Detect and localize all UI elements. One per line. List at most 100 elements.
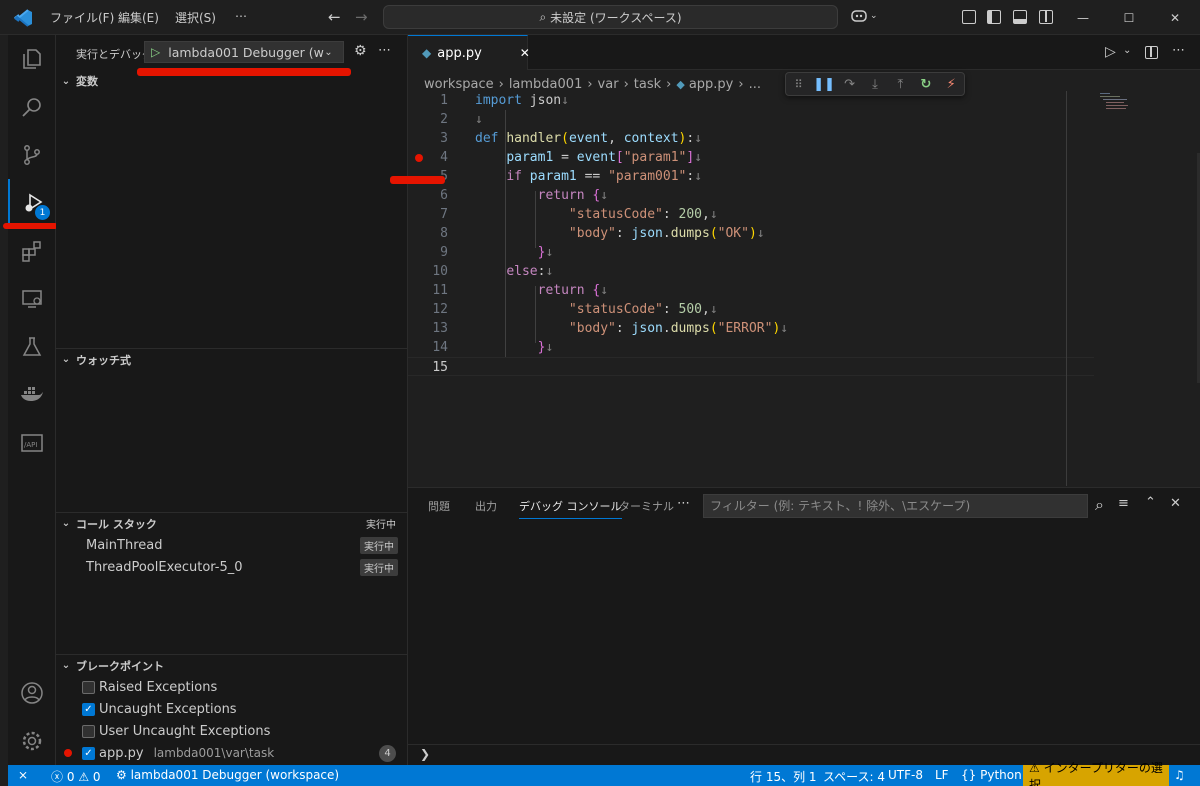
breakpoints-section-header[interactable]: ⌄ ブレークポイント [56, 654, 408, 676]
checkbox-checked[interactable]: ✓ [82, 746, 95, 760]
command-center[interactable]: ⌕ 未設定 (ワークスペース) [383, 5, 838, 29]
extensions-icon[interactable] [8, 227, 56, 275]
menu-selection[interactable]: 選択(S) [175, 9, 216, 26]
breakpoint-raised-exceptions[interactable]: Raised Exceptions [56, 676, 408, 698]
menu-more[interactable]: ⋯ [235, 9, 247, 23]
annotation-underline-line5 [390, 176, 445, 184]
warning-icon: ⚠ [78, 770, 90, 784]
close-window-button[interactable]: ✕ [1152, 0, 1198, 35]
drag-handle-icon[interactable]: ⠿ [786, 73, 811, 95]
breakpoint-label: Uncaught Exceptions [99, 701, 237, 717]
maximize-button[interactable]: ☐ [1106, 0, 1152, 35]
annotation-underline-config [137, 68, 351, 76]
customize-layout-icon[interactable] [962, 10, 976, 24]
breakpoint-file-name: app.py [99, 745, 144, 761]
search-icon[interactable] [8, 83, 56, 131]
encoding-status[interactable]: UTF-8 [888, 768, 923, 782]
source-control-icon[interactable] [8, 131, 56, 179]
split-editor-icon[interactable] [1145, 46, 1158, 59]
breadcrumb-item[interactable]: ... [749, 77, 761, 92]
step-out-icon[interactable]: ⤒ [888, 73, 913, 95]
breakpoint-dot-icon[interactable] [415, 154, 423, 162]
breadcrumb-item[interactable]: task [634, 77, 661, 92]
breakpoint-label: Raised Exceptions [99, 679, 218, 695]
console-prompt-icon[interactable]: ❯ [420, 747, 430, 761]
run-file-icon[interactable]: ▷ [1105, 44, 1116, 60]
nav-back-icon[interactable]: ← [328, 8, 341, 26]
minimize-button[interactable]: — [1060, 0, 1106, 35]
checkbox-checked[interactable]: ✓ [82, 702, 95, 716]
account-icon[interactable] [8, 669, 56, 717]
close-panel-icon[interactable]: ✕ [1170, 496, 1181, 511]
breadcrumb-item[interactable]: var [598, 77, 619, 92]
docker-icon[interactable] [8, 371, 56, 419]
tab-app-py[interactable]: ◆ app.py ✕ [408, 35, 530, 70]
tab-terminal[interactable]: ターミナル [619, 498, 674, 514]
menu-edit[interactable]: 編集(E) [118, 9, 159, 26]
eol-status[interactable]: LF [935, 768, 949, 782]
more-tabs-icon[interactable]: ⋯ [677, 496, 690, 511]
breakpoint-user-uncaught-exceptions[interactable]: User Uncaught Exceptions [56, 720, 408, 742]
run-debug-icon[interactable]: 1 [8, 179, 56, 227]
indentation-status[interactable]: スペース: 4 [823, 768, 885, 785]
testing-icon[interactable] [8, 323, 56, 371]
remote-explorer-icon[interactable] [8, 275, 56, 323]
more-actions-icon[interactable]: ⋯ [1172, 43, 1185, 58]
tab-debug-console[interactable]: デバッグ コンソール [519, 498, 622, 519]
breadcrumb-item[interactable]: app.py [689, 77, 734, 92]
more-actions-icon[interactable]: ⋯ [378, 43, 391, 58]
breakpoint-uncaught-exceptions[interactable]: ✓ Uncaught Exceptions [56, 698, 408, 720]
toggle-panel-icon[interactable] [1013, 10, 1027, 24]
checkbox[interactable] [82, 680, 95, 694]
step-into-icon[interactable]: ⤓ [862, 73, 887, 95]
nav-forward-icon[interactable]: → [355, 8, 368, 26]
toggle-secondary-sidebar-icon[interactable] [1039, 10, 1053, 24]
minimap-border [1066, 91, 1067, 486]
chevron-down-icon: ⌄ [61, 660, 71, 671]
start-debug-icon[interactable]: ▷ [151, 45, 160, 59]
select-interpreter-button[interactable]: ⚠ インタープリターの選択 [1023, 761, 1169, 786]
cursor-position[interactable]: 行 15、列 1 [750, 768, 817, 785]
filter-input[interactable]: フィルター (例: テキスト、! 除外、\エスケープ) [703, 494, 1088, 518]
language-status[interactable]: {} Python [961, 768, 1022, 782]
code-line-current: 15 [408, 357, 1094, 376]
gear-icon[interactable] [8, 717, 56, 765]
toggle-sidebar-icon[interactable] [987, 10, 1001, 24]
debug-config-status[interactable]: ⚙ lambda001 Debugger (workspace) [116, 768, 339, 782]
chevron-down-icon[interactable]: ⌄ [1123, 45, 1131, 56]
maximize-panel-icon[interactable]: ⌃ [1145, 495, 1156, 510]
clear-console-icon[interactable]: ≡ [1118, 496, 1129, 511]
tab-problems[interactable]: 問題 [428, 498, 450, 514]
copilot-button[interactable]: ⌄ [850, 8, 878, 24]
thread-row[interactable]: MainThread 実行中 [56, 534, 408, 556]
problems-status[interactable]: ⓧ 0 ⚠ 0 [51, 768, 101, 785]
breadcrumb-item[interactable]: lambda001 [509, 77, 583, 92]
code-line: 9 }↓ [440, 245, 554, 260]
close-icon[interactable]: ✕ [520, 46, 530, 60]
notifications-icon[interactable]: ♫ [1174, 768, 1185, 782]
callstack-section-header[interactable]: ⌄ コール スタック 実行中 [56, 512, 408, 534]
explorer-icon[interactable] [8, 35, 56, 83]
watch-section-header[interactable]: ⌄ ウォッチ式 [56, 348, 408, 370]
tab-output[interactable]: 出力 [475, 498, 497, 514]
debug-config-select[interactable]: ▷ lambda001 Debugger (wo ⌄ [144, 41, 344, 63]
code-line: 4 param1 = event["param1"]↓ [440, 150, 703, 165]
callstack-title: コール スタック [76, 517, 157, 531]
api-icon[interactable]: /API [8, 419, 56, 467]
error-icon: ⓧ [51, 770, 64, 784]
gear-icon[interactable]: ⚙ [354, 43, 367, 59]
search-icon[interactable]: ⌕ [1095, 495, 1104, 515]
breakpoint-file-row[interactable]: ✓ app.py lambda001\var\task 4 [56, 742, 408, 764]
pause-icon[interactable]: ❚❚ [811, 73, 836, 95]
menu-file[interactable]: ファイル(F) [50, 9, 114, 26]
step-over-icon[interactable]: ↷ [837, 73, 862, 95]
thread-row[interactable]: ThreadPoolExecutor-5_0 実行中 [56, 556, 408, 578]
breadcrumb-item[interactable]: workspace [424, 77, 494, 92]
disconnect-icon[interactable]: ⚡ [939, 73, 964, 95]
restart-icon[interactable]: ↻ [913, 73, 938, 95]
minimap[interactable] [1100, 93, 1142, 123]
remote-indicator-icon[interactable]: ⨯ [18, 768, 28, 782]
code-area[interactable]: 1 import json↓ 2 ↓ 3 def handler(event, con… [408, 91, 1098, 381]
checkbox[interactable] [82, 724, 95, 738]
indent-guide [535, 191, 536, 248]
